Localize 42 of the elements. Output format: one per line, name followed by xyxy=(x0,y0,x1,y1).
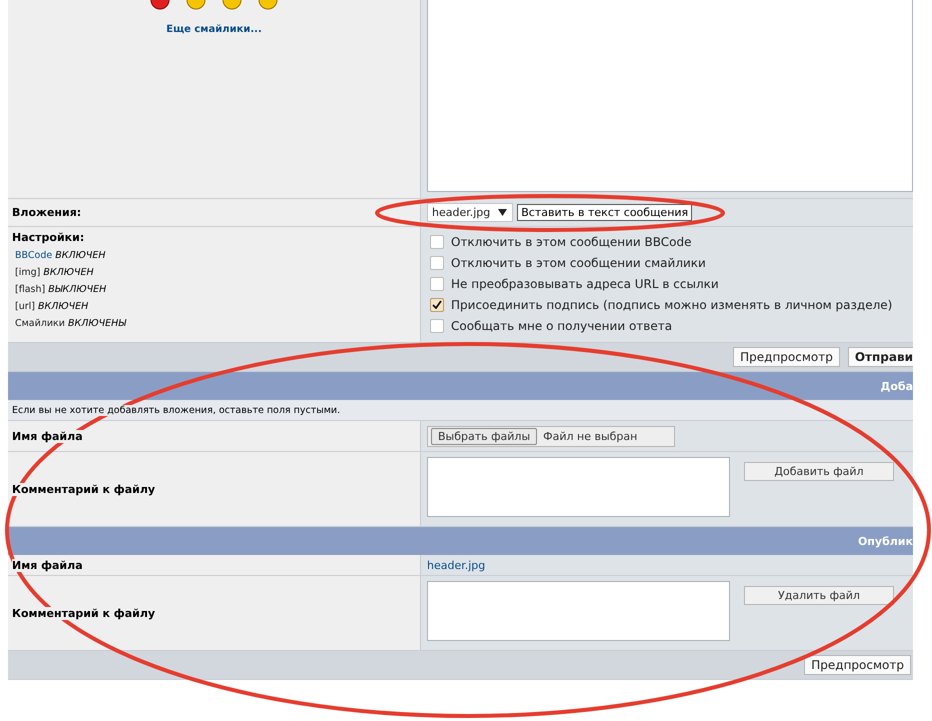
comment-label: Комментарий к файлу xyxy=(12,606,156,620)
setting-name: [url] xyxy=(15,301,35,312)
dropdown-arrow-icon xyxy=(498,209,508,216)
delete-file-button[interactable]: Удалить файл xyxy=(744,586,894,605)
preview-button[interactable]: Предпросмотр xyxy=(804,655,911,675)
setting-state: ВКЛЮЧЕН xyxy=(38,301,88,312)
attachments-label: Вложения: xyxy=(12,206,82,219)
more-smilies-link[interactable]: Еще смайлики... xyxy=(166,24,262,35)
comment-label: Комментарий к файлу xyxy=(12,482,156,496)
checkbox[interactable] xyxy=(430,276,444,290)
submit-button[interactable]: Отправи xyxy=(848,347,913,367)
section-title: Опублик xyxy=(858,534,913,548)
section-title: Доба xyxy=(880,380,913,392)
option-label[interactable]: Отключить в этом сообщении BBCode xyxy=(451,234,692,248)
setting-state: ВКЛЮЧЕНЫ xyxy=(68,318,126,329)
option-label[interactable]: Не преобразовывать адреса URL в ссылки xyxy=(451,276,719,290)
option-label[interactable]: Сообщать мне о получении ответа xyxy=(451,318,672,332)
checkbox[interactable] xyxy=(430,318,444,332)
checkbox[interactable] xyxy=(430,298,444,312)
setting-state: ВКЛЮЧЕН xyxy=(55,250,106,261)
setting-link[interactable]: BBCode xyxy=(15,250,52,261)
option-label[interactable]: Отключить в этом сообщении смайлики xyxy=(451,256,706,270)
setting-state: ВЫКЛЮЧЕН xyxy=(48,284,106,295)
setting-name: [flash] xyxy=(15,284,46,295)
checkbox[interactable] xyxy=(430,256,444,270)
file-input[interactable]: Выбрать файлы Файл не выбран xyxy=(427,426,675,446)
hint-text: Если вы не хотите добавлять вложения, оставьте поля пустыми. xyxy=(12,404,340,416)
option-label[interactable]: Присоединить подпись (подпись можно изменять в личном разделе) xyxy=(451,298,892,312)
add-file-button[interactable]: Добавить файл xyxy=(744,462,894,481)
setting-name: [img] xyxy=(15,267,40,278)
comment-textarea[interactable] xyxy=(427,581,730,641)
checkbox[interactable] xyxy=(430,234,444,248)
preview-button[interactable]: Предпросмотр xyxy=(733,347,840,367)
insert-button[interactable]: Вставить в текст сообщения xyxy=(517,204,692,221)
settings-label: Настройки: xyxy=(12,231,84,244)
setting-name: Смайлики xyxy=(15,318,65,329)
comment-textarea[interactable] xyxy=(427,457,730,517)
file-link[interactable]: header.jpg xyxy=(427,558,486,572)
setting-state: ВКЛЮЧЕН xyxy=(43,267,94,278)
file-name-label: Имя файла xyxy=(12,558,83,572)
file-name-label: Имя файла xyxy=(12,430,83,442)
attachment-select[interactable]: header.jpg xyxy=(427,203,514,222)
